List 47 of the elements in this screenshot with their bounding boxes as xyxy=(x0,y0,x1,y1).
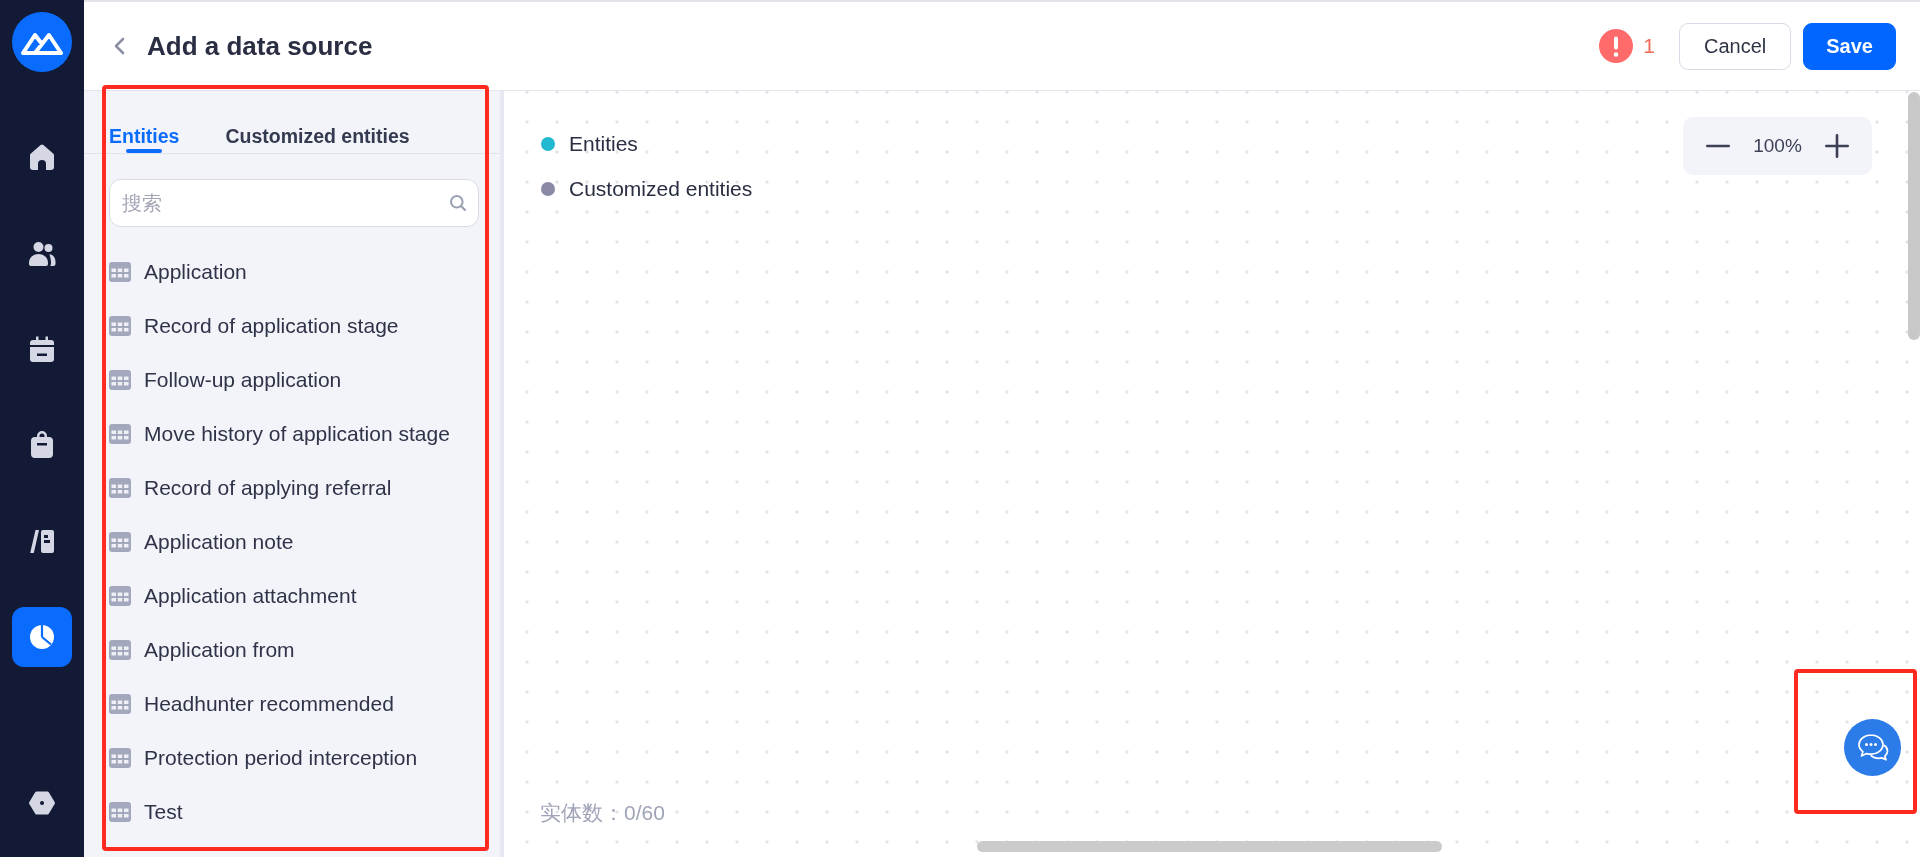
table-icon xyxy=(109,316,131,336)
entity-list-item[interactable]: Headhunter recommended xyxy=(109,677,394,731)
search-field[interactable]: 搜索 xyxy=(109,179,479,227)
entity-list-item[interactable]: Follow-up application xyxy=(109,353,342,407)
chat-bubbles-icon xyxy=(1855,731,1890,764)
entity-list-item[interactable]: Application note xyxy=(109,515,294,569)
entity-list-item[interactable]: Application xyxy=(109,245,247,299)
legend-label: Entities xyxy=(569,131,638,156)
save-button[interactable]: Save xyxy=(1803,22,1896,70)
table-icon xyxy=(109,640,131,660)
table-icon xyxy=(109,478,131,498)
vertical-scrollbar[interactable] xyxy=(1908,92,1920,340)
chat-button[interactable] xyxy=(1844,719,1901,776)
tab[interactable]: Customized entities xyxy=(225,91,410,153)
entity-list-item[interactable]: Record of applying referral xyxy=(109,461,392,515)
table-icon xyxy=(109,586,131,606)
zoom-level: 100% xyxy=(1753,135,1802,157)
legend-label: Customized entities xyxy=(569,176,753,201)
entity-list-item[interactable]: Move history of application stage xyxy=(109,407,450,461)
pie-chart-icon xyxy=(27,622,57,652)
entity-list-item[interactable]: Protection period interception xyxy=(109,731,418,785)
table-icon xyxy=(109,802,131,822)
table-icon xyxy=(109,748,131,768)
zoom-in-button[interactable] xyxy=(1825,134,1849,158)
table-icon xyxy=(109,532,131,552)
plus-icon xyxy=(1825,134,1849,158)
horizontal-scrollbar[interactable] xyxy=(977,841,1442,852)
calendar-icon xyxy=(27,334,57,364)
table-icon xyxy=(109,370,131,390)
page-title: Add a data source xyxy=(147,30,373,62)
alert-icon[interactable] xyxy=(1599,29,1634,63)
entity-list-item[interactable]: Application attachment xyxy=(109,569,357,623)
search-icon[interactable] xyxy=(449,194,467,212)
table-icon xyxy=(109,262,131,282)
entity-list-item[interactable]: Record of application stage xyxy=(109,299,399,353)
home-icon xyxy=(27,142,57,172)
tab[interactable]: Entities xyxy=(109,91,180,153)
logo-icon[interactable] xyxy=(12,12,72,72)
table-icon xyxy=(109,424,131,444)
cancel-button[interactable]: Cancel xyxy=(1679,22,1792,70)
entity-list-item[interactable]: Application from xyxy=(109,623,295,677)
minus-icon xyxy=(1706,144,1730,148)
table-icon xyxy=(109,694,131,714)
entity-list-item[interactable]: Test xyxy=(109,785,183,839)
alert-count: 1 xyxy=(1643,34,1655,58)
nav-item[interactable] xyxy=(12,607,72,667)
entity-count: 实体数：0/60 xyxy=(540,801,665,824)
